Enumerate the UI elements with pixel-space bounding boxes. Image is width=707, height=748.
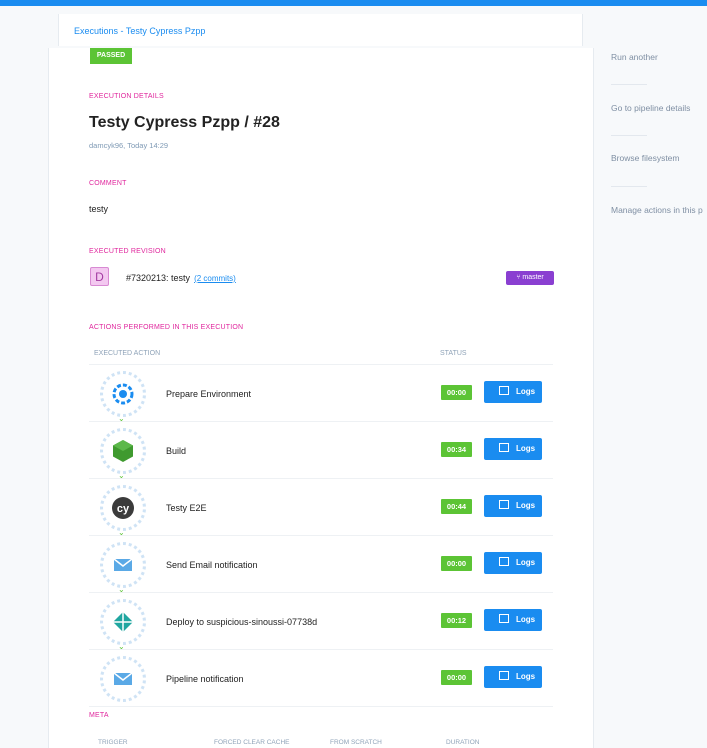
logs-button[interactable]: Logs — [484, 381, 542, 403]
page-title: Testy Cypress Pzpp / #28 — [89, 114, 280, 131]
execution-subtitle: damcyk96, Today 14:29 — [89, 141, 169, 150]
sidebar-pipeline-details[interactable]: Go to pipeline details — [611, 103, 707, 113]
nodejs-icon — [113, 440, 133, 462]
logs-label: Logs — [515, 501, 536, 510]
gear-icon — [112, 383, 134, 405]
sidebar-divider — [611, 186, 647, 187]
meta-col-duration: DURATION — [446, 739, 480, 746]
logs-label: Logs — [515, 387, 536, 396]
download-icon — [498, 614, 509, 624]
svg-text:cy: cy — [117, 503, 130, 515]
action-name: Send Email notification — [166, 560, 258, 570]
action-icon-ring — [100, 371, 146, 417]
duration-badge: 00:00 — [441, 670, 472, 685]
revision-text: #7320213: testy (2 commits) — [126, 273, 236, 283]
action-name: Testy E2E — [166, 503, 207, 513]
breadcrumb: Executions - Testy Cypress Pzpp — [58, 14, 583, 46]
download-icon — [498, 500, 509, 510]
logs-label: Logs — [515, 615, 536, 624]
avatar: D — [90, 267, 109, 286]
action-icon-ring: cy — [100, 485, 146, 531]
logs-button[interactable]: Logs — [484, 666, 542, 688]
table-row: Prepare Environment 00:00 Logs ⌄ — [89, 365, 553, 423]
action-name: Build — [166, 446, 187, 456]
cypress-icon: cy — [112, 497, 134, 519]
sidebar-divider — [611, 84, 647, 85]
branch-name: master — [522, 274, 544, 281]
revision-commit: #7320213: testy — [126, 273, 191, 283]
action-name: Prepare Environment — [166, 389, 252, 399]
logs-button[interactable]: Logs — [484, 495, 542, 517]
col-status: STATUS — [440, 350, 467, 357]
meta-col-scratch: FROM SCRATCH — [330, 739, 382, 746]
logs-label: Logs — [515, 558, 536, 567]
table-row: cy Testy E2E 00:44 Logs ⌄ — [89, 479, 553, 537]
execution-details-label: EXECUTION DETAILS — [89, 93, 164, 100]
meta-col-trigger: TRIGGER — [98, 739, 128, 746]
branch-badge[interactable]: ⑂ master — [506, 271, 554, 285]
breadcrumb-link[interactable]: Executions - Testy Cypress Pzpp — [74, 26, 205, 36]
meta-label: META — [89, 712, 109, 719]
execution-card: PASSED EXECUTION DETAILS Testy Cypress P… — [48, 48, 594, 748]
comment-text: testy — [89, 204, 109, 214]
meta-col-clear-cache: FORCED CLEAR CACHE — [214, 739, 290, 746]
duration-badge: 00:44 — [441, 499, 472, 514]
netlify-icon — [113, 612, 133, 632]
logs-button[interactable]: Logs — [484, 609, 542, 631]
comment-label: COMMENT — [89, 180, 127, 187]
logs-button[interactable]: Logs — [484, 552, 542, 574]
email-icon — [113, 672, 133, 685]
action-icon-ring — [100, 656, 146, 702]
sidebar-browse-filesystem[interactable]: Browse filesystem — [611, 153, 707, 163]
action-name: Deploy to suspicious-sinoussi-07738d — [166, 617, 318, 627]
action-icon-ring — [100, 428, 146, 474]
col-executed-action: EXECUTED ACTION — [94, 350, 161, 357]
revision-label: EXECUTED REVISION — [89, 248, 166, 255]
action-icon-ring — [100, 599, 146, 645]
table-row: Pipeline notification 00:00 Logs — [89, 650, 553, 707]
download-icon — [498, 443, 509, 453]
commits-link[interactable]: (2 commits) — [194, 274, 236, 283]
duration-badge: 00:00 — [441, 385, 472, 400]
table-row: Build 00:34 Logs ⌄ — [89, 422, 553, 480]
logs-label: Logs — [515, 672, 536, 681]
sidebar-divider — [611, 135, 647, 136]
sidebar-manage-actions[interactable]: Manage actions in this p — [611, 205, 707, 215]
logs-button[interactable]: Logs — [484, 438, 542, 460]
actions-label: ACTIONS PERFORMED IN THIS EXECUTION — [89, 324, 244, 331]
duration-badge: 00:34 — [441, 442, 472, 457]
table-row: Send Email notification 00:00 Logs ⌄ — [89, 536, 553, 594]
top-accent-bar — [0, 0, 707, 6]
download-icon — [498, 557, 509, 567]
status-badge: PASSED — [90, 48, 132, 64]
download-icon — [498, 386, 509, 396]
logs-label: Logs — [515, 444, 536, 453]
sidebar-run-another[interactable]: Run another — [611, 52, 707, 62]
action-icon-ring — [100, 542, 146, 588]
duration-badge: 00:00 — [441, 556, 472, 571]
table-row: Deploy to suspicious-sinoussi-07738d 00:… — [89, 593, 553, 651]
duration-badge: 00:12 — [441, 613, 472, 628]
action-name: Pipeline notification — [166, 674, 244, 684]
download-icon — [498, 671, 509, 681]
email-icon — [113, 558, 133, 571]
